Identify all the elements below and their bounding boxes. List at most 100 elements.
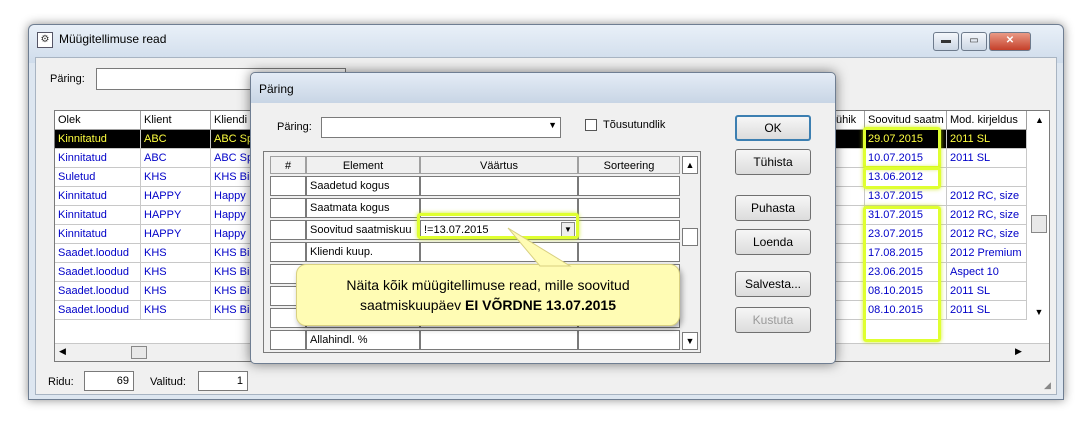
criteria-num-cell[interactable] [270, 220, 306, 240]
cell-klient[interactable]: ABC [141, 130, 211, 149]
dialog-title-bar[interactable]: Päring [251, 73, 835, 103]
criteria-scroll-thumb[interactable] [682, 228, 698, 246]
cell-uhik[interactable] [833, 187, 865, 206]
valitud-value: 1 [198, 371, 248, 391]
cell-klient[interactable]: HAPPY [141, 187, 211, 206]
horizontal-scrollbar-thumb[interactable] [131, 346, 147, 359]
cell-mod-kirjeldus[interactable]: Aspect 10 [947, 263, 1027, 282]
criteria-scroll-down-icon[interactable]: ▼ [682, 332, 698, 350]
cell-olek[interactable]: Kinnitatud [55, 149, 141, 168]
callout-note: Näita kõik müügitellimuse read, mille so… [296, 264, 680, 326]
cell-mod-kirjeldus[interactable]: 2012 Premium [947, 244, 1027, 263]
criteria-element-cell[interactable]: Saadetud kogus [306, 176, 420, 196]
window-app-icon: ⚙ [37, 32, 53, 48]
col-header-olek[interactable]: Olek [55, 111, 141, 130]
callout-line-2-prefix: saatmiskuupäev [359, 297, 466, 313]
cell-mod-kirjeldus[interactable] [947, 168, 1027, 187]
cell-soovitud[interactable]: 13.07.2015 [865, 187, 947, 206]
cell-uhik[interactable] [833, 244, 865, 263]
criteria-num-cell[interactable] [270, 198, 306, 218]
cell-klient[interactable]: KHS [141, 244, 211, 263]
cell-olek[interactable]: Kinnitatud [55, 187, 141, 206]
cell-olek[interactable]: Saadet.loodud [55, 282, 141, 301]
resize-grip-icon[interactable]: ◢ [1044, 380, 1051, 391]
scroll-down-icon[interactable]: ▼ [1031, 307, 1047, 321]
cell-olek[interactable]: Saadet.loodud [55, 263, 141, 282]
criteria-sort-cell[interactable] [578, 198, 680, 218]
cell-mod-kirjeldus[interactable]: 2011 SL [947, 282, 1027, 301]
cell-klient[interactable]: KHS [141, 263, 211, 282]
query-label: Päring: [50, 73, 85, 85]
dialog-query-select[interactable]: ▼ [321, 117, 561, 138]
salvesta-button[interactable]: Salvesta... [735, 271, 811, 297]
criteria-header-num: # [270, 156, 306, 174]
scroll-left-icon[interactable]: ◀ [59, 346, 66, 357]
chevron-down-icon[interactable]: ▼ [548, 120, 557, 130]
criteria-sort-cell[interactable] [578, 176, 680, 196]
cell-uhik[interactable] [833, 301, 865, 320]
cell-olek[interactable]: Kinnitatud [55, 225, 141, 244]
maximize-button[interactable]: ▭ [961, 32, 987, 51]
criteria-num-cell[interactable] [270, 176, 306, 196]
tuhista-button[interactable]: Tühista [735, 149, 811, 175]
cell-klient[interactable]: HAPPY [141, 225, 211, 244]
criteria-header-vaartus: Väärtus [420, 156, 578, 174]
case-sensitive-checkbox[interactable] [585, 119, 597, 131]
criteria-sort-cell[interactable] [578, 330, 680, 350]
cell-klient[interactable]: KHS [141, 168, 211, 187]
criteria-num-cell[interactable] [270, 330, 306, 350]
criteria-header-element: Element [306, 156, 420, 174]
vertical-scrollbar-thumb[interactable] [1031, 215, 1047, 233]
cell-mod-kirjeldus[interactable]: 2011 SL [947, 301, 1027, 320]
highlight-box-1 [863, 127, 941, 169]
close-button[interactable]: ✕ [989, 32, 1031, 51]
dialog-query-label: Päring: [277, 121, 312, 133]
ok-button[interactable]: OK [735, 115, 811, 141]
cell-uhik[interactable] [833, 168, 865, 187]
cell-olek[interactable]: Suletud [55, 168, 141, 187]
valitud-label: Valitud: [150, 376, 186, 388]
criteria-scroll-up-icon[interactable]: ▲ [682, 156, 698, 174]
criteria-element-cell[interactable]: Kliendi kuup. [306, 242, 420, 262]
cell-olek[interactable]: Saadet.loodud [55, 244, 141, 263]
kustuta-button[interactable]: Kustuta [735, 307, 811, 333]
minimize-button[interactable]: ▬ [933, 32, 959, 51]
cell-olek[interactable]: Saadet.loodud [55, 301, 141, 320]
cell-klient[interactable]: HAPPY [141, 206, 211, 225]
criteria-element-cell[interactable]: Saatmata kogus [306, 198, 420, 218]
cell-mod-kirjeldus[interactable]: 2012 RC, size [947, 225, 1027, 244]
criteria-header-sorteering: Sorteering [578, 156, 680, 174]
criteria-num-cell[interactable] [270, 242, 306, 262]
scroll-up-icon[interactable]: ▲ [1027, 111, 1049, 130]
cell-uhik[interactable] [833, 225, 865, 244]
cell-klient[interactable]: KHS [141, 282, 211, 301]
criteria-sort-cell[interactable] [578, 220, 680, 240]
criteria-value-cell[interactable] [420, 330, 578, 350]
criteria-element-cell[interactable]: Allahindl. % [306, 330, 420, 350]
cell-olek[interactable]: Kinnitatud [55, 206, 141, 225]
cell-mod-kirjeldus[interactable]: 2012 RC, size [947, 187, 1027, 206]
col-header-mod-kirjeldus[interactable]: Mod. kirjeldus [947, 111, 1027, 130]
cell-uhik[interactable] [833, 263, 865, 282]
cell-mod-kirjeldus[interactable]: 2011 SL [947, 130, 1027, 149]
cell-mod-kirjeldus[interactable]: 2012 RC, size [947, 206, 1027, 225]
cell-uhik[interactable] [833, 130, 865, 149]
dialog-title: Päring [259, 82, 294, 96]
cell-uhik[interactable] [833, 282, 865, 301]
cell-uhik[interactable] [833, 206, 865, 225]
puhasta-button[interactable]: Puhasta [735, 195, 811, 221]
col-header-klient[interactable]: Klient [141, 111, 211, 130]
loenda-button[interactable]: Loenda [735, 229, 811, 255]
callout-line-2: saatmiskuupäev EI VÕRDNE 13.07.2015 [297, 295, 679, 315]
criteria-value-cell[interactable] [420, 176, 578, 196]
cell-mod-kirjeldus[interactable]: 2011 SL [947, 149, 1027, 168]
cell-klient[interactable]: KHS [141, 301, 211, 320]
cell-olek[interactable]: Kinnitatud [55, 130, 141, 149]
cell-uhik[interactable] [833, 149, 865, 168]
window-title: Müügitellimuse read [59, 32, 167, 46]
criteria-sort-cell[interactable] [578, 242, 680, 262]
criteria-element-cell[interactable]: Soovitud saatmiskuu [306, 220, 420, 240]
cell-klient[interactable]: ABC [141, 149, 211, 168]
col-header-uhik[interactable]: ühik [833, 111, 865, 130]
scroll-right-icon[interactable]: ▶ [1015, 346, 1022, 357]
